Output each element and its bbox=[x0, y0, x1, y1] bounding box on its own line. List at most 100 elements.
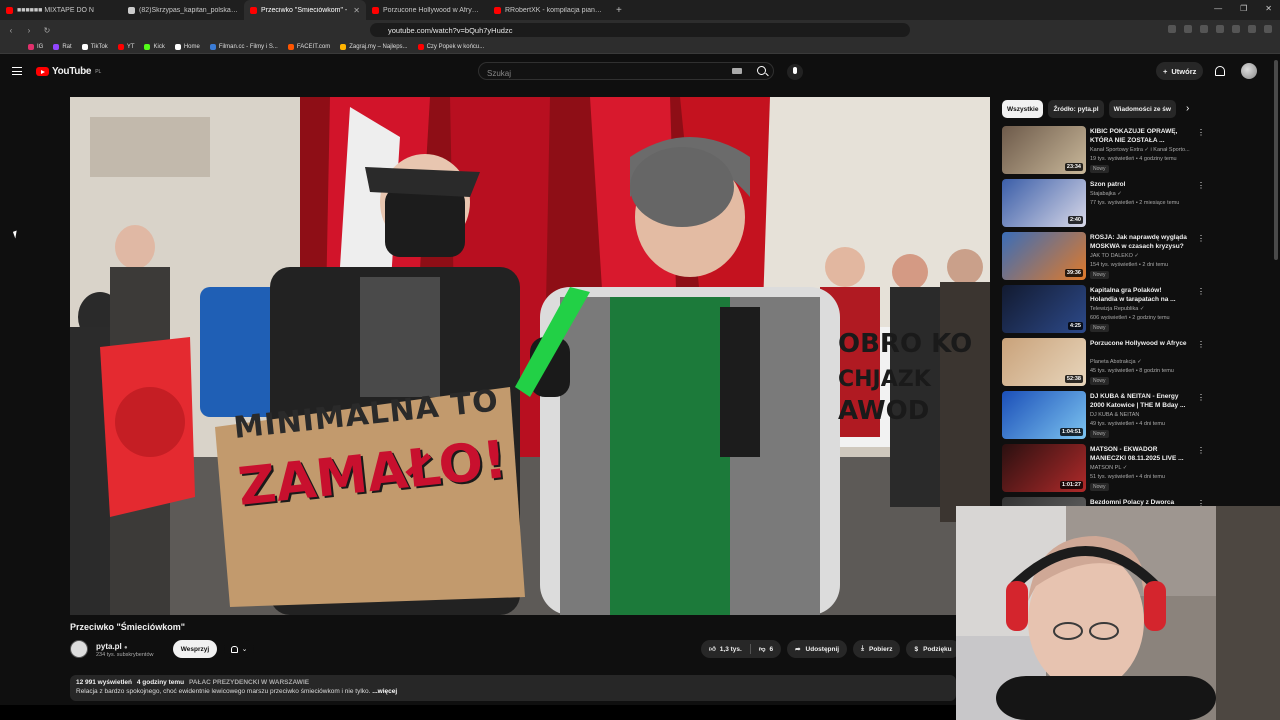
video-thumbnail[interactable]: 23:34 bbox=[1002, 126, 1086, 174]
download-button[interactable]: ⤓ Pobierz bbox=[853, 640, 901, 658]
browser-tab-bar: ■■■■■■ MIXTAPE DO N (82)Skrzypas_kapitan… bbox=[0, 0, 1280, 20]
video-thumbnail[interactable]: 39:36 bbox=[1002, 232, 1086, 280]
video-player[interactable]: MINIMALNA TO ZAMAŁO! OBRO KO CHJAZK AWOD bbox=[70, 97, 990, 615]
more-options-icon[interactable]: ⋮ bbox=[1197, 340, 1205, 349]
close-window-icon[interactable]: ✕ bbox=[1265, 4, 1272, 13]
recommendation-channel[interactable]: MATSON PL ✓ bbox=[1090, 465, 1200, 471]
new-badge: Nowy bbox=[1090, 377, 1109, 385]
bookmark-label: Kick bbox=[153, 43, 165, 50]
recommendation-item[interactable]: 1:04:51 DJ KUBA & NEITAN - Energy 2000 Ka… bbox=[1002, 391, 1205, 444]
share-button[interactable]: ➦ Udostępnij bbox=[787, 640, 848, 658]
channel-name[interactable]: pyta.pl ● bbox=[96, 642, 128, 651]
recommendation-title[interactable]: DJ KUBA & NEITAN - Energy 2000 Katowice … bbox=[1090, 392, 1190, 410]
bookmark-item[interactable]: Kick bbox=[144, 43, 165, 50]
recommendation-title[interactable]: KIBIC POKAZUJE OPRAWĘ, KTÓRA NIE ZOSTAŁA… bbox=[1090, 127, 1190, 145]
bookmark-item[interactable]: Home bbox=[174, 43, 200, 50]
recommendation-title[interactable]: ROSJA: Jak naprawdę wygląda MOSKWA w cza… bbox=[1090, 233, 1190, 251]
video-thumbnail[interactable]: 52:38 bbox=[1002, 338, 1086, 386]
recommendation-channel[interactable]: Stajabajka ✓ bbox=[1090, 191, 1200, 197]
bookmark-item[interactable]: FACEIT.com bbox=[287, 43, 330, 50]
recommendation-title[interactable]: Kapitalna gra Polaków! Holandia w tarapa… bbox=[1090, 286, 1190, 304]
bookmark-item[interactable]: IG bbox=[28, 43, 43, 50]
description-box[interactable]: 12 991 wyświetleń 4 godziny temu PAŁAC P… bbox=[70, 675, 956, 701]
reload-icon[interactable]: ↻ bbox=[40, 26, 54, 35]
extension-icon[interactable] bbox=[1200, 25, 1208, 33]
url-field[interactable]: youtube.com/watch?v=bQuh7yHudzc bbox=[370, 23, 910, 37]
browser-tab[interactable]: Porzucone Hollywood w Afryce - Yo bbox=[366, 0, 488, 20]
recommendation-item[interactable]: 1:01:27 MATSON - EKWADOR MANIECZKI 08.11.… bbox=[1002, 444, 1205, 497]
search-input[interactable] bbox=[479, 65, 719, 82]
browser-tab[interactable]: RRobertXK - kompilacja pianek - Yo bbox=[488, 0, 610, 20]
more-options-icon[interactable]: ⋮ bbox=[1197, 181, 1205, 190]
search-icon[interactable] bbox=[757, 66, 766, 75]
video-thumbnail[interactable]: 1:04:51 bbox=[1002, 391, 1086, 439]
voice-search-icon[interactable] bbox=[787, 64, 803, 80]
browser-tab[interactable]: (82)Skrzypas_kapitan_polska (@skrzy bbox=[122, 0, 244, 20]
chip-all[interactable]: Wszystkie bbox=[1002, 100, 1044, 118]
bell-icon bbox=[230, 645, 238, 653]
tab-close-icon[interactable]: ✕ bbox=[353, 6, 360, 15]
bookmark-item[interactable]: Czy Popek w końcu... bbox=[417, 43, 484, 50]
menu-icon[interactable] bbox=[12, 67, 22, 75]
create-label: Utwórz bbox=[1171, 66, 1197, 76]
more-options-icon[interactable]: ⋮ bbox=[1197, 446, 1205, 455]
url-text: youtube.com/watch?v=bQuh7yHudzc bbox=[388, 25, 513, 35]
forward-icon[interactable]: › bbox=[22, 26, 36, 35]
recommendation-item[interactable]: 4:25 Kapitalna gra Polaków! Holandia w ta… bbox=[1002, 285, 1205, 338]
more-options-icon[interactable]: ⋮ bbox=[1197, 287, 1205, 296]
extension-icon[interactable] bbox=[1216, 25, 1224, 33]
bookmark-item[interactable]: YT bbox=[117, 43, 134, 50]
bookmark-item[interactable]: Zagraj.my – Najleps... bbox=[340, 43, 408, 50]
recommendation-channel[interactable]: DJ KUBA & NEITAN bbox=[1090, 412, 1200, 418]
like-button[interactable]: 👍︎ 1,3 tys. bbox=[701, 640, 750, 658]
recommendation-channel[interactable]: JAK TO DALEKO ✓ bbox=[1090, 253, 1200, 259]
notifications-icon[interactable] bbox=[1215, 66, 1225, 76]
recommendation-title[interactable]: Szon patrol bbox=[1090, 180, 1190, 189]
more-options-icon[interactable]: ⋮ bbox=[1197, 128, 1205, 137]
browser-tab[interactable]: ■■■■■■ MIXTAPE DO N bbox=[0, 0, 122, 20]
extension-icon[interactable] bbox=[1184, 25, 1192, 33]
recommendation-title[interactable]: Porzucone Hollywood w Afryce bbox=[1090, 339, 1190, 348]
bookmark-item[interactable]: TikTok bbox=[81, 43, 108, 50]
extension-icon[interactable] bbox=[1232, 25, 1240, 33]
create-button[interactable]: + Utwórz bbox=[1156, 62, 1204, 80]
extension-icon[interactable] bbox=[1248, 25, 1256, 33]
dislike-button[interactable]: 👎︎ 6 bbox=[751, 640, 781, 658]
notification-toggle[interactable]: ⌄ bbox=[224, 640, 254, 658]
page-scrollbar[interactable] bbox=[1274, 60, 1278, 260]
video-thumbnail[interactable]: 1:01:27 bbox=[1002, 444, 1086, 492]
show-more-link[interactable]: ...więcej bbox=[372, 688, 397, 695]
recommendation-channel[interactable]: Planeta Abstrakcja ✓ bbox=[1090, 359, 1200, 365]
bookmark-item[interactable]: Rat bbox=[53, 43, 72, 50]
menu-icon[interactable] bbox=[1264, 25, 1272, 33]
recommendation-title[interactable]: MATSON - EKWADOR MANIECZKI 08.11.2025 LI… bbox=[1090, 445, 1190, 463]
support-button[interactable]: Wesprzyj bbox=[173, 640, 217, 658]
minimize-icon[interactable]: — bbox=[1214, 4, 1222, 13]
recommendation-channel[interactable]: Kanał Sportowy Extra ✓ i Kanał Sporto... bbox=[1090, 147, 1200, 153]
browser-tab-active[interactable]: Przeciwko "Śmieciówkom" - ✕ bbox=[244, 0, 366, 20]
recommendation-item[interactable]: 23:34 KIBIC POKAZUJE OPRAWĘ, KTÓRA NIE ZO… bbox=[1002, 126, 1205, 179]
youtube-logo[interactable]: YouTube PL bbox=[36, 66, 101, 77]
maximize-icon[interactable]: ❐ bbox=[1240, 4, 1247, 13]
new-tab-icon[interactable]: + bbox=[610, 5, 628, 16]
recommendation-item[interactable]: 39:36 ROSJA: Jak naprawdę wygląda MOSKWA … bbox=[1002, 232, 1205, 285]
chevron-right-icon[interactable]: › bbox=[1186, 103, 1189, 114]
extension-icon[interactable] bbox=[1168, 25, 1176, 33]
recommendation-item[interactable]: 52:38 Porzucone Hollywood w Afryce Planeta… bbox=[1002, 338, 1205, 391]
video-thumbnail[interactable]: 4:25 bbox=[1002, 285, 1086, 333]
thanks-button[interactable]: $ Podzięku bbox=[906, 640, 960, 658]
logo-text: YouTube bbox=[52, 66, 92, 77]
chip-source[interactable]: Źródło: pyta.pl bbox=[1048, 100, 1104, 118]
recommendation-channel[interactable]: Telewizja Republika ✓ bbox=[1090, 306, 1200, 312]
more-options-icon[interactable]: ⋮ bbox=[1197, 234, 1205, 243]
more-options-icon[interactable]: ⋮ bbox=[1197, 393, 1205, 402]
account-avatar[interactable] bbox=[1241, 63, 1257, 79]
video-thumbnail[interactable]: 2:40 bbox=[1002, 179, 1086, 227]
channel-avatar[interactable] bbox=[70, 640, 88, 658]
channel-name-text: pyta.pl bbox=[96, 642, 122, 651]
bookmark-item[interactable]: Filman.cc - Filmy i S... bbox=[209, 43, 278, 50]
back-icon[interactable]: ‹ bbox=[4, 26, 18, 35]
chip-news[interactable]: Wiadomości ze św bbox=[1108, 100, 1176, 118]
recommendation-item[interactable]: 2:40 Szon patrol Stajabajka ✓ 77 tys. wyświ… bbox=[1002, 179, 1205, 232]
keyboard-icon[interactable] bbox=[732, 68, 742, 74]
